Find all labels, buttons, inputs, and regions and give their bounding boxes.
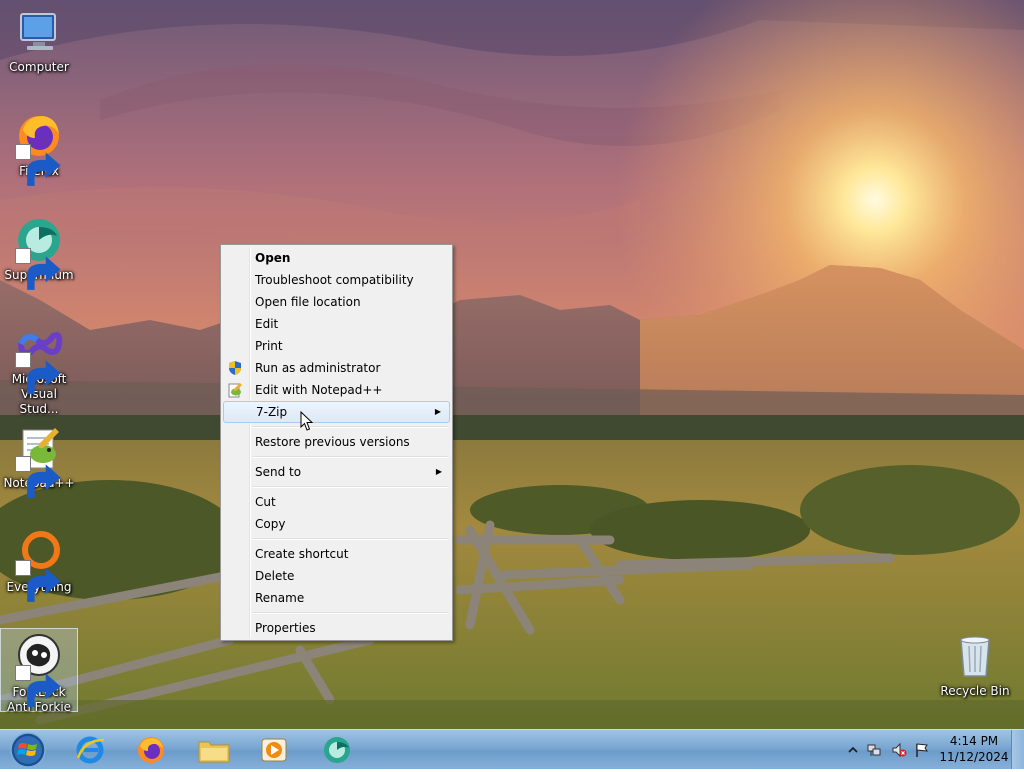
context-menu: Open Troubleshoot compatibility Open fil… xyxy=(220,244,453,641)
menu-item-label: Send to xyxy=(255,465,302,479)
notepad-plus-plus-icon xyxy=(13,422,65,498)
menu-separator xyxy=(253,538,448,540)
shortcut-arrow-icon xyxy=(15,560,61,602)
menu-item-open-file-location[interactable]: Open file location xyxy=(223,291,450,313)
menu-item-rename[interactable]: Rename xyxy=(223,587,450,609)
file-explorer-icon xyxy=(198,741,230,763)
menu-item-edit-with-notepad-plus-plus[interactable]: Edit with Notepad++ xyxy=(223,379,450,401)
firefox-icon xyxy=(13,110,65,186)
notepad-plus-plus-icon xyxy=(228,383,242,398)
windows-start-orb-icon xyxy=(10,732,46,768)
taskbar-clock[interactable]: 4:14 PM 11/12/2024 xyxy=(932,733,1016,765)
menu-item-label: Open xyxy=(255,251,291,265)
menu-item-delete[interactable]: Delete xyxy=(223,565,450,587)
menu-item-run-as-administrator[interactable]: Run as administrator xyxy=(223,357,450,379)
menu-item-cut[interactable]: Cut xyxy=(223,491,450,513)
menu-separator xyxy=(253,426,448,428)
supermium-icon xyxy=(324,737,350,763)
menu-item-troubleshoot-compatibility[interactable]: Troubleshoot compatibility xyxy=(223,269,450,291)
desktop-icon-firefox[interactable]: Firefox xyxy=(0,104,78,186)
menu-item-label: Restore previous versions xyxy=(255,435,410,449)
menu-item-label: Copy xyxy=(255,517,286,531)
show-desktop-button[interactable] xyxy=(1011,730,1024,769)
recycle-bin-icon xyxy=(949,630,1001,682)
clock-date: 11/12/2024 xyxy=(939,750,1009,764)
forklock-icon xyxy=(13,631,65,707)
submenu-arrow-icon: ▶ xyxy=(435,467,442,476)
shortcut-arrow-icon xyxy=(15,456,61,498)
menu-item-open[interactable]: Open xyxy=(223,247,450,269)
desktop-icon-forklock[interactable]: ForkLock Anti Forkie xyxy=(0,628,78,714)
menu-item-7-zip[interactable]: 7-Zip ▶ xyxy=(223,401,450,423)
desktop-icon-label: Computer xyxy=(9,60,69,74)
menu-separator xyxy=(253,612,448,614)
menu-separator xyxy=(253,486,448,488)
menu-item-label: Rename xyxy=(255,591,305,605)
menu-item-label: Cut xyxy=(255,495,276,509)
show-hidden-icons-chevron[interactable] xyxy=(845,742,861,758)
menu-item-label: Run as administrator xyxy=(255,361,381,375)
taskbar-file-explorer[interactable] xyxy=(188,732,238,767)
start-button[interactable] xyxy=(4,730,48,769)
desktop-icon-notepad-plus-plus[interactable]: Notepad++ xyxy=(0,416,78,498)
everything-icon xyxy=(13,526,65,602)
shortcut-arrow-icon xyxy=(15,665,61,707)
menu-item-label: Create shortcut xyxy=(255,547,349,561)
menu-item-create-shortcut[interactable]: Create shortcut xyxy=(223,543,450,565)
taskbar: 4:14 PM 11/12/2024 xyxy=(0,729,1024,769)
desktop-icon-everything[interactable]: Everything xyxy=(0,520,78,602)
uac-shield-icon xyxy=(229,361,241,375)
media-player-icon xyxy=(261,738,287,762)
clock-time: 4:14 PM xyxy=(949,734,999,748)
menu-item-label: Delete xyxy=(255,569,295,583)
menu-item-print[interactable]: Print xyxy=(223,335,450,357)
desktop-icon-label: Recycle Bin xyxy=(940,684,1010,698)
menu-item-edit[interactable]: Edit xyxy=(223,313,450,335)
menu-item-label: Properties xyxy=(255,621,316,635)
volume-muted-icon[interactable] xyxy=(891,742,907,758)
submenu-arrow-icon: ▶ xyxy=(434,407,441,416)
internet-explorer-icon xyxy=(76,736,105,764)
menu-separator xyxy=(253,456,448,458)
shortcut-arrow-icon xyxy=(15,352,61,394)
taskbar-firefox[interactable] xyxy=(126,732,176,767)
visual-studio-icon xyxy=(13,318,65,394)
shortcut-arrow-icon xyxy=(15,248,61,290)
menu-item-copy[interactable]: Copy xyxy=(223,513,450,535)
action-center-flag-icon[interactable] xyxy=(914,742,930,758)
computer-icon xyxy=(13,6,65,58)
menu-item-label: Edit xyxy=(255,317,279,331)
desktop-icon-recycle-bin[interactable]: Recycle Bin xyxy=(936,624,1014,702)
menu-item-label: 7-Zip xyxy=(256,405,288,419)
taskbar-supermium[interactable] xyxy=(312,732,362,767)
menu-item-label: Open file location xyxy=(255,295,361,309)
menu-item-properties[interactable]: Properties xyxy=(223,617,450,639)
desktop-icon-computer[interactable]: Computer xyxy=(0,0,78,78)
shortcut-arrow-icon xyxy=(15,144,61,186)
firefox-icon xyxy=(138,737,164,763)
supermium-icon xyxy=(13,214,65,290)
desktop-icon-supermium[interactable]: Supermium xyxy=(0,208,78,290)
menu-item-restore-previous-versions[interactable]: Restore previous versions xyxy=(223,431,450,453)
network-icon[interactable] xyxy=(866,742,882,758)
desktop-wallpaper xyxy=(0,0,1024,729)
taskbar-internet-explorer[interactable] xyxy=(65,732,115,767)
desktop-icon-visual-studio[interactable]: Microsoft Visual Stud... xyxy=(0,312,78,416)
mouse-cursor-icon xyxy=(300,411,314,431)
menu-item-send-to[interactable]: Send to ▶ xyxy=(223,461,450,483)
menu-item-label: Edit with Notepad++ xyxy=(255,383,383,397)
menu-item-label: Print xyxy=(255,339,283,353)
menu-item-label: Troubleshoot compatibility xyxy=(255,273,414,287)
taskbar-media-player[interactable] xyxy=(249,732,299,767)
